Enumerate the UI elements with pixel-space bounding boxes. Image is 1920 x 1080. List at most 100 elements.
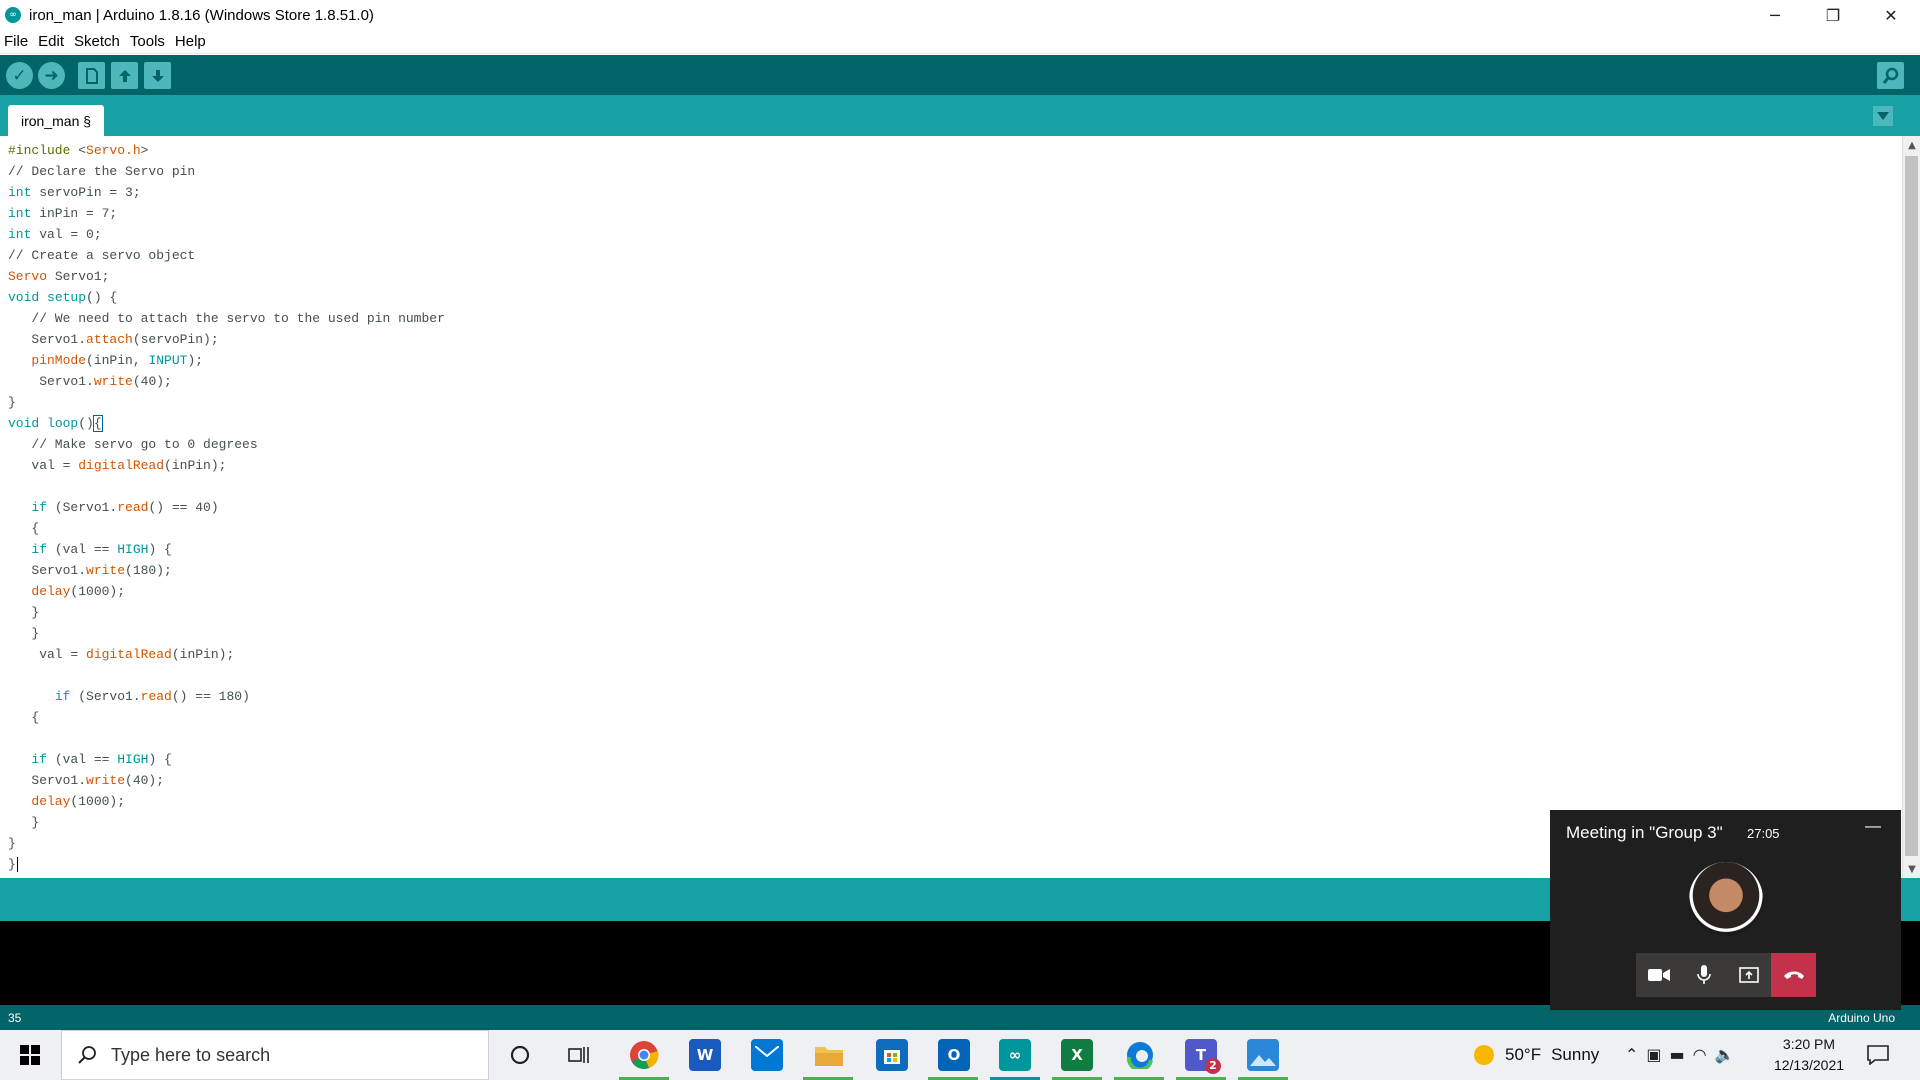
chevron-up-icon[interactable]: ⌃ — [1625, 1045, 1646, 1064]
word-button[interactable]: W — [689, 1039, 721, 1071]
code-line[interactable]: // Make servo go to 0 degrees — [8, 434, 445, 455]
close-button[interactable]: ✕ — [1862, 0, 1920, 30]
code-line[interactable]: Servo1.write(40); — [8, 371, 445, 392]
code-line[interactable] — [8, 728, 445, 749]
code-line[interactable]: Servo1.attach(servoPin); — [8, 329, 445, 350]
code-line[interactable]: // We need to attach the servo to the us… — [8, 308, 444, 329]
teams-button[interactable]: T 2 — [1185, 1039, 1221, 1074]
start-button[interactable] — [0, 1030, 60, 1080]
cortana-circle-icon — [510, 1045, 530, 1065]
verify-button[interactable]: ✓ — [6, 62, 33, 89]
photos-icon — [1250, 1044, 1276, 1066]
scroll-up-icon[interactable]: ▲ — [1903, 136, 1920, 154]
code-line[interactable]: void loop(){ — [8, 413, 445, 434]
taskbar-search[interactable]: Type here to search — [61, 1030, 489, 1080]
meeting-controls — [1636, 953, 1816, 997]
code-line[interactable]: if (val == HIGH) { — [8, 749, 445, 770]
code-line[interactable]: val = digitalRead(inPin); — [8, 644, 445, 665]
chrome-icon — [630, 1041, 659, 1069]
menu-sketch[interactable]: Sketch — [74, 33, 120, 50]
code-line[interactable]: pinMode(inPin, INPUT); — [8, 350, 445, 371]
minimize-button[interactable]: ─ — [1746, 0, 1804, 30]
code-line[interactable]: delay(1000); — [8, 581, 445, 602]
tab-iron-man[interactable]: iron_man § — [8, 105, 105, 136]
scroll-down-icon[interactable]: ▼ — [1903, 860, 1920, 878]
title-bar: ∞ iron_man | Arduino 1.8.16 (Windows Sto… — [0, 0, 1920, 30]
notification-center-button[interactable] — [1863, 1040, 1893, 1070]
code-line[interactable]: } — [8, 602, 445, 623]
code-line[interactable]: Servo1.write(180); — [8, 560, 445, 581]
code-line[interactable]: Servo1.write(40); — [8, 770, 445, 791]
search-placeholder: Type here to search — [111, 1044, 271, 1065]
code-line[interactable] — [8, 476, 445, 497]
code-line[interactable]: // Declare the Servo pin — [8, 161, 445, 182]
taskbar-clock[interactable]: 3:20 PM 12/13/2021 — [1764, 1034, 1854, 1076]
meeting-minimize-button[interactable]: — — [1865, 818, 1881, 836]
clock-date: 12/13/2021 — [1773, 1057, 1845, 1073]
code-line[interactable]: } — [8, 833, 445, 854]
code-line[interactable]: int servoPin = 3; — [8, 182, 445, 203]
mail-button[interactable] — [751, 1039, 783, 1071]
file-explorer-button[interactable] — [813, 1039, 845, 1071]
window-controls: ─ ❐ ✕ — [1746, 0, 1920, 30]
menu-tools[interactable]: Tools — [130, 33, 165, 50]
code-line[interactable]: void setup() { — [8, 287, 445, 308]
code-line[interactable]: // Create a servo object — [8, 245, 445, 266]
code-line[interactable]: } — [8, 854, 445, 875]
code-line[interactable]: val = digitalRead(inPin); — [8, 455, 445, 476]
menu-help[interactable]: Help — [175, 33, 206, 50]
save-sketch-button[interactable] — [144, 62, 171, 89]
code-text[interactable]: #include <Servo.h>// Declare the Servo p… — [8, 140, 445, 875]
code-line[interactable]: if (val == HIGH) { — [8, 539, 445, 560]
chrome-button[interactable] — [628, 1039, 660, 1071]
new-sketch-button[interactable] — [78, 62, 105, 89]
upload-button[interactable]: ➜ — [38, 62, 65, 89]
wifi-icon[interactable]: ◠ — [1693, 1045, 1715, 1064]
photos-button[interactable] — [1247, 1039, 1279, 1071]
scrollbar-thumb[interactable] — [1905, 156, 1918, 856]
editor-scrollbar[interactable]: ▲ ▼ — [1902, 136, 1920, 878]
code-line[interactable] — [8, 665, 445, 686]
menu-file[interactable]: File — [4, 33, 28, 50]
share-screen-button[interactable] — [1726, 953, 1771, 997]
task-view-button[interactable] — [563, 1039, 595, 1071]
code-line[interactable]: { — [8, 707, 445, 728]
code-line[interactable]: int inPin = 7; — [8, 203, 445, 224]
checkmark-icon: ✓ — [12, 65, 27, 86]
code-line[interactable]: } — [8, 623, 445, 644]
camera-button[interactable] — [1636, 953, 1681, 997]
code-line[interactable]: { — [8, 518, 445, 539]
code-line[interactable]: if (Servo1.read() == 180) — [8, 686, 445, 707]
outlook-icon: O — [947, 1046, 961, 1064]
code-line[interactable]: if (Servo1.read() == 40) — [8, 497, 445, 518]
code-line[interactable]: Servo Servo1; — [8, 266, 445, 287]
store-button[interactable] — [876, 1039, 908, 1071]
edge-button[interactable] — [1124, 1039, 1156, 1071]
task-view-icon — [568, 1047, 589, 1063]
search-icon — [78, 1046, 96, 1064]
battery-icon[interactable]: ▬ — [1670, 1045, 1693, 1064]
teams-meeting-popup[interactable]: Meeting in "Group 3" 27:05 — — [1550, 810, 1901, 1010]
tab-menu-button[interactable] — [1873, 106, 1893, 126]
open-sketch-button[interactable] — [111, 62, 138, 89]
system-tray[interactable]: ⌃▣▬◠🔈 — [1625, 1045, 1743, 1064]
restore-button[interactable]: ❐ — [1804, 0, 1862, 30]
arduino-taskbar-button[interactable]: ∞ — [999, 1039, 1031, 1071]
weather-widget[interactable]: 50°F Sunny — [1474, 1030, 1599, 1080]
code-editor[interactable]: #include <Servo.h>// Declare the Servo p… — [0, 136, 1902, 878]
code-line[interactable]: #include <Servo.h> — [8, 140, 445, 161]
code-line[interactable]: delay(1000); — [8, 791, 445, 812]
microphone-button[interactable] — [1681, 953, 1726, 997]
cortana-button[interactable] — [504, 1039, 536, 1071]
volume-icon[interactable]: 🔈 — [1715, 1045, 1743, 1064]
meet-now-icon[interactable]: ▣ — [1646, 1045, 1669, 1064]
code-line[interactable]: int val = 0; — [8, 224, 445, 245]
excel-icon: X — [1071, 1046, 1083, 1064]
outlook-button[interactable]: O — [938, 1039, 970, 1071]
excel-button[interactable]: X — [1061, 1039, 1093, 1071]
menu-edit[interactable]: Edit — [38, 33, 64, 50]
code-line[interactable]: } — [8, 812, 445, 833]
serial-monitor-button[interactable] — [1877, 62, 1904, 89]
hang-up-button[interactable] — [1771, 953, 1816, 997]
code-line[interactable]: } — [8, 392, 445, 413]
